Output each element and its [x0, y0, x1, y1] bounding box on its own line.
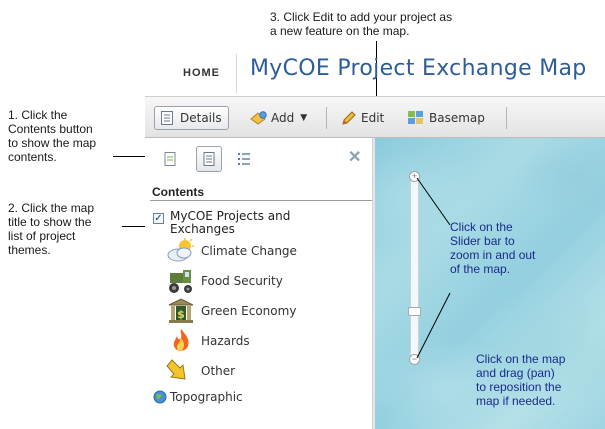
home-link[interactable]: HOME [183, 67, 220, 79]
basemap-layer-label: Topographic [170, 390, 243, 404]
chevron-down-icon: ▼ [300, 113, 308, 123]
panel-tabs: ✕ [145, 138, 375, 182]
svg-text:$: $ [177, 308, 185, 321]
theme-label: Climate Change [201, 244, 297, 258]
basemap-button[interactable]: Basemap [407, 106, 485, 130]
theme-label: Green Economy [201, 304, 297, 318]
toolbar-divider [326, 107, 327, 129]
basemap-button-label: Basemap [429, 111, 485, 125]
contents-heading: Contents [152, 185, 204, 199]
theme-label: Food Security [201, 274, 283, 288]
edit-button[interactable]: Edit [341, 106, 384, 130]
contents-icon [201, 151, 217, 167]
contents-divider [150, 200, 372, 201]
header-divider [236, 54, 237, 94]
list-icon [236, 151, 252, 167]
tractor-icon [165, 266, 197, 296]
close-icon[interactable]: ✕ [348, 147, 361, 167]
basemap-grid-icon [407, 110, 425, 126]
theme-item-hazards: Hazards [165, 326, 250, 356]
theme-label: Other [201, 364, 236, 378]
details-button[interactable]: Details [154, 106, 229, 130]
details-icon [159, 110, 175, 126]
globe-icon [153, 390, 167, 404]
annotation-step-2: 2. Click the map title to show the list … [8, 201, 95, 257]
theme-item-other: Other [165, 356, 235, 386]
cloud-sun-icon [165, 236, 197, 266]
basemap-layer-topographic[interactable]: Topographic [153, 390, 243, 404]
pencil-icon [341, 110, 357, 126]
details-button-label: Details [180, 111, 222, 125]
add-icon [250, 110, 268, 126]
edit-button-label: Edit [361, 111, 385, 125]
theme-item-green-economy: $ Green Economy [165, 296, 296, 326]
annotation-slider: Click on the Slider bar to zoom in and o… [450, 220, 536, 276]
legend-tab[interactable] [231, 146, 257, 172]
layer-title-mycoe-projects[interactable]: MyCOE Projects and Exchanges [170, 210, 320, 236]
layer-visibility-checkbox[interactable]: ✓ [153, 213, 164, 224]
bank-icon: $ [165, 296, 197, 326]
contents-tab[interactable] [196, 146, 222, 172]
add-button[interactable]: Add ▼ [250, 106, 307, 130]
annotation-step-3: 3. Click Edit to add your project as a n… [270, 10, 453, 38]
add-button-label: Add [271, 111, 295, 125]
theme-item-food-security: Food Security [165, 266, 283, 296]
document-icon [162, 151, 178, 167]
annotation-pan: Click on the map and drag (pan) to repos… [476, 352, 566, 408]
contents-panel: ✕ Contents ✓ MyCOE Projects and Exchange… [145, 138, 375, 429]
fire-icon [165, 326, 197, 356]
page-title: MyCOE Project Exchange Map [250, 56, 587, 81]
arrow-down-icon [165, 356, 197, 386]
about-tab[interactable] [157, 146, 183, 172]
toolbar: Details Add ▼ Edit Basemap [145, 96, 605, 138]
toolbar-divider [506, 107, 507, 129]
theme-label: Hazards [201, 334, 250, 348]
theme-item-climate-change: Climate Change [165, 236, 297, 266]
